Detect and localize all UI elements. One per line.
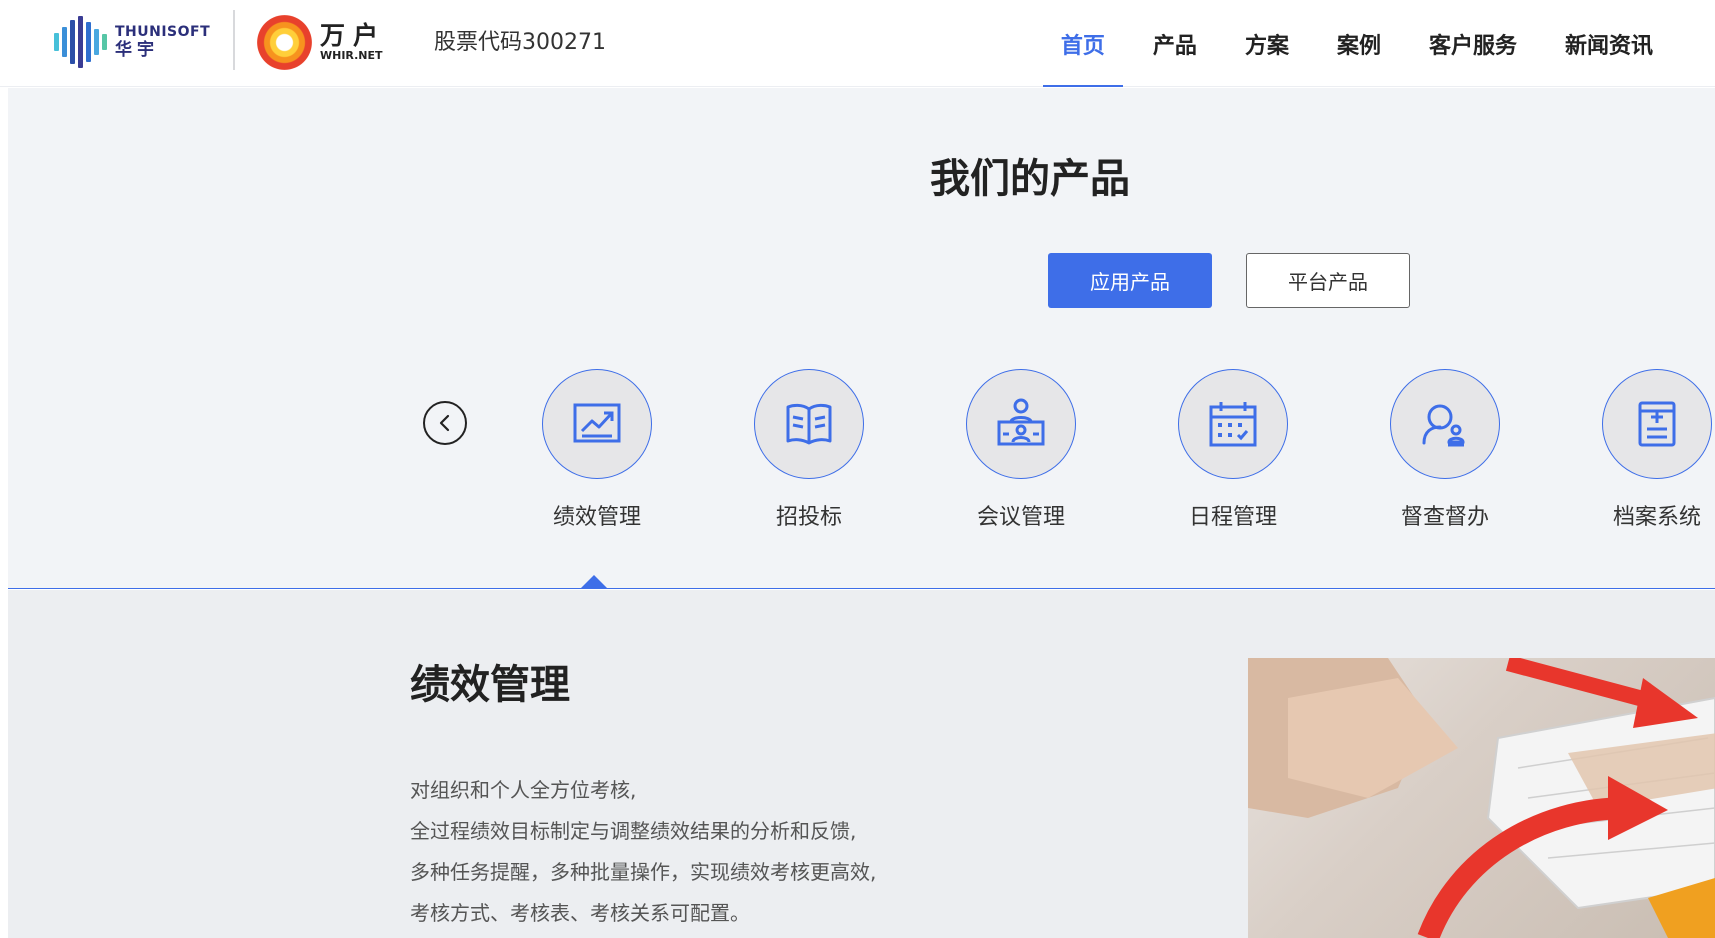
product-item-performance[interactable]: 绩效管理 <box>527 369 667 531</box>
carousel-prev-button[interactable] <box>423 401 467 445</box>
product-photo <box>1248 658 1715 938</box>
product-label: 日程管理 <box>1188 505 1277 530</box>
product-item-archive[interactable]: 档案系统 <box>1587 369 1715 531</box>
product-label: 督查督办 <box>1400 505 1489 530</box>
nav-item-home[interactable]: 首页 <box>1042 0 1123 87</box>
whir-logo-cn: 万户 <box>320 21 387 50</box>
detail-title: 绩效管理 <box>410 662 570 708</box>
product-icon-circle <box>754 369 864 479</box>
whir-logo[interactable]: 万户 WHIR.NET <box>257 12 386 72</box>
product-item-meeting[interactable]: 会议管理 <box>951 369 1091 531</box>
book-icon <box>786 403 832 445</box>
whir-sun-icon <box>257 14 312 70</box>
tab-application-products[interactable]: 应用产品 <box>1048 253 1212 308</box>
product-label: 档案系统 <box>1612 505 1701 530</box>
product-item-bidding[interactable]: 招投标 <box>739 369 879 531</box>
whir-logo-en: WHIR.NET <box>320 49 383 62</box>
thunisoft-logo[interactable]: THUNISOFT 华宇 <box>54 14 214 70</box>
detail-description: 对组织和个人全方位考核, 全过程绩效目标制定与调整绩效结果的分析和反馈, 多种任… <box>410 770 876 934</box>
logo-divider <box>233 10 235 70</box>
thunisoft-logo-en: THUNISOFT <box>115 24 211 40</box>
archive-icon <box>1638 401 1676 447</box>
products-title: 我们的产品 <box>930 156 1130 202</box>
thunisoft-logo-cn: 华宇 <box>115 40 159 60</box>
stock-code: 股票代码300271 <box>434 30 606 55</box>
calendar-icon <box>1209 402 1257 447</box>
nav-item-products[interactable]: 产品 <box>1135 0 1215 87</box>
chart-icon <box>573 403 621 443</box>
nav-item-solutions[interactable]: 方案 <box>1227 0 1307 87</box>
product-label: 招投标 <box>775 505 842 530</box>
selected-indicator-arrow <box>580 575 608 589</box>
main-nav: 首页 产品 方案 案例 客户服务 新闻资讯 <box>1031 0 1671 87</box>
site-header: THUNISOFT 华宇 万户 WHIR.NET 股票代码300271 首页 产… <box>0 0 1715 87</box>
thunisoft-logo-icon <box>54 16 107 68</box>
nav-item-customer-service[interactable]: 客户服务 <box>1411 0 1535 87</box>
chevron-left-icon <box>439 414 450 432</box>
detail-line: 多种任务提醒，多种批量操作，实现绩效考核更高效, <box>410 860 877 884</box>
product-icon-circle <box>542 369 652 479</box>
meeting-icon <box>997 398 1045 446</box>
supervise-icon <box>1422 404 1465 447</box>
product-icon-circle <box>966 369 1076 479</box>
nav-item-news[interactable]: 新闻资讯 <box>1547 0 1671 87</box>
product-icon-circle <box>1602 369 1712 479</box>
nav-item-cases[interactable]: 案例 <box>1319 0 1399 87</box>
detail-line: 对组织和个人全方位考核, <box>410 778 637 802</box>
product-label: 绩效管理 <box>552 505 641 530</box>
product-item-schedule[interactable]: 日程管理 <box>1163 369 1303 531</box>
product-detail-section: 绩效管理 对组织和个人全方位考核, 全过程绩效目标制定与调整绩效结果的分析和反馈… <box>8 590 1715 938</box>
product-icon-circle <box>1178 369 1288 479</box>
detail-line: 考核方式、考核表、考核关系可配置。 <box>410 901 750 925</box>
products-section: 我们的产品 应用产品 平台产品 绩效管理 招投标 会议管理 日程管理 督查督办 … <box>8 88 1715 589</box>
product-item-supervision[interactable]: 督查督办 <box>1375 369 1515 531</box>
product-label: 会议管理 <box>976 505 1065 530</box>
performance-arrows-illustration <box>1248 658 1715 938</box>
tab-platform-products[interactable]: 平台产品 <box>1246 253 1410 308</box>
product-icon-circle <box>1390 369 1500 479</box>
detail-line: 全过程绩效目标制定与调整绩效结果的分析和反馈, <box>410 819 857 843</box>
